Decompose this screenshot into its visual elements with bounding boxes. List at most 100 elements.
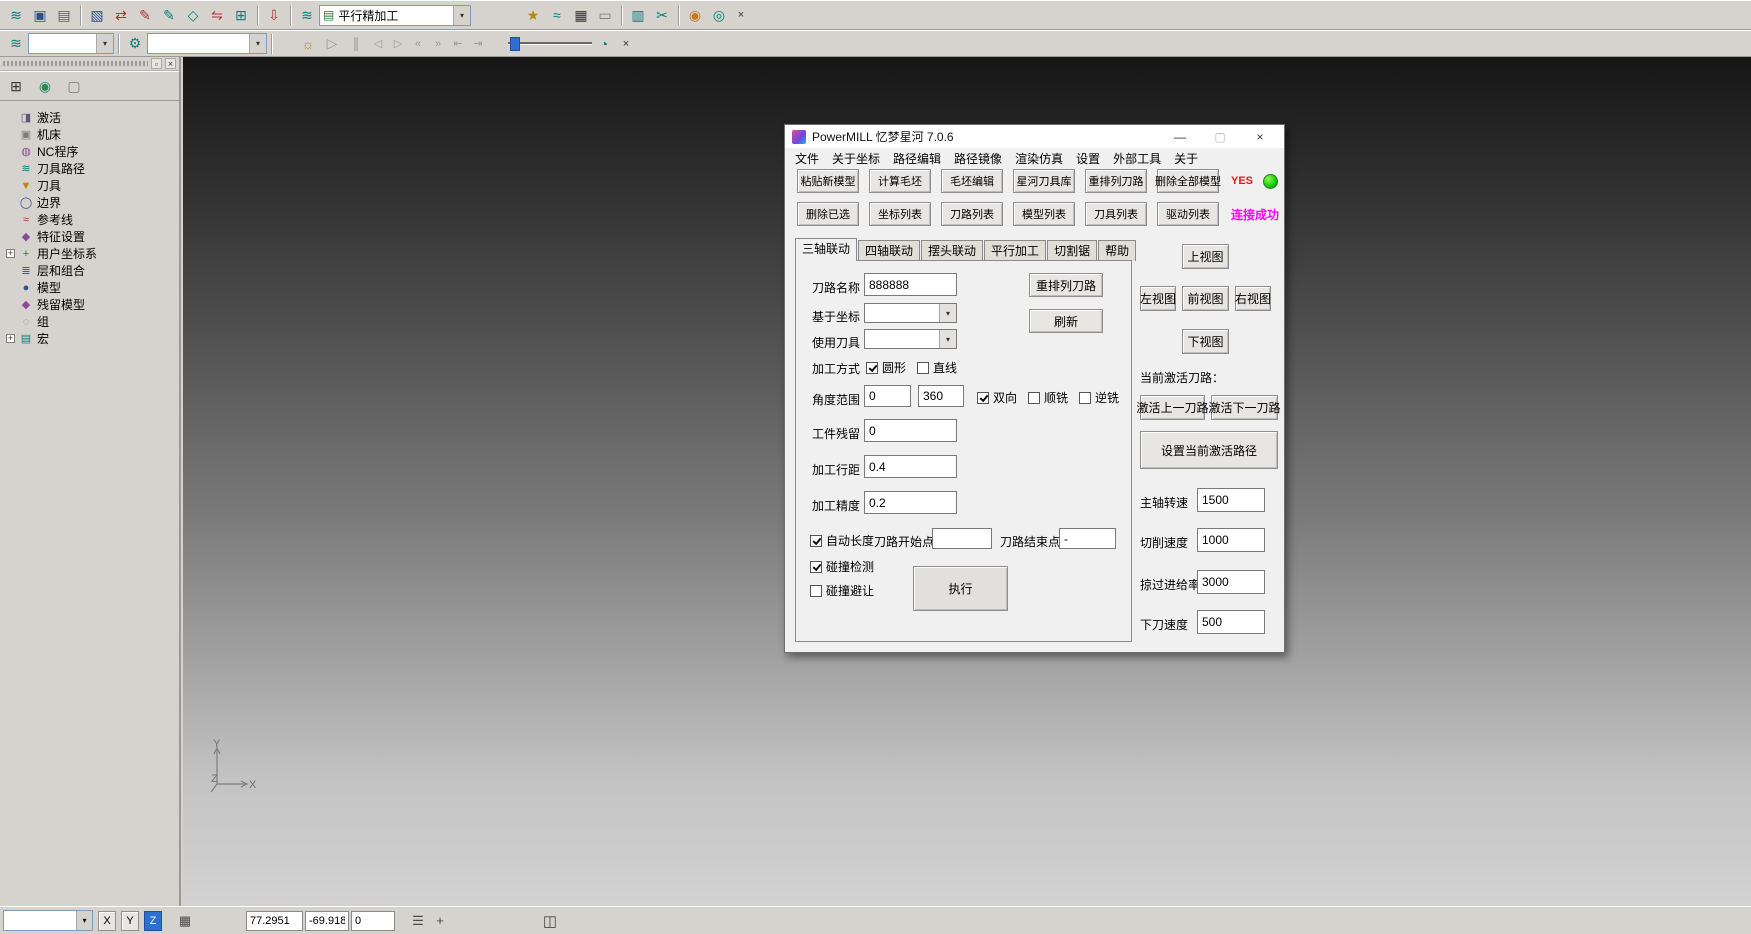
compute-block-button[interactable]: 计算毛坯 [869,169,931,193]
start-point-input[interactable] [932,528,992,549]
refresh-button[interactable]: 刷新 [1029,309,1103,333]
checkbox-icon[interactable] [810,535,822,547]
tolerance-input[interactable] [864,491,957,514]
chevron-down-icon[interactable]: ▾ [939,330,956,348]
close-icon[interactable]: × [1253,130,1267,144]
chevron-down-icon[interactable]: ▾ [453,6,470,25]
edit-model-icon[interactable]: ✎ [133,4,157,26]
menu-path-mirror[interactable]: 路径镜像 [954,150,1002,167]
rewind-icon[interactable]: « [408,33,428,55]
checkbox-icon[interactable] [810,561,822,573]
hierarchy-icon[interactable]: ⊞ [4,74,28,98]
tab-help[interactable]: 帮助 [1098,240,1136,261]
tab-3axis[interactable]: 三轴联动 [795,238,857,261]
maximize-icon[interactable]: ▢ [1213,130,1227,144]
toolpath-name-input[interactable] [864,273,957,296]
climb-checkbox[interactable]: 顺铣 [1028,389,1068,406]
toolbar-close-icon[interactable]: × [731,4,751,26]
menu-file[interactable]: 文件 [795,150,819,167]
tree-expander[interactable]: + [6,249,15,258]
light-icon[interactable]: ☼ [296,33,320,55]
bidirectional-checkbox[interactable]: 双向 [977,389,1017,406]
play-icon[interactable]: ▷ [320,33,344,55]
fast-forward-icon[interactable]: » [428,33,448,55]
tree-item-stock-models[interactable]: ◆ 残留模型 [2,296,177,313]
tree-expander[interactable]: + [6,334,15,343]
view-top-button[interactable]: 上视图 [1182,244,1229,269]
tab-head[interactable]: 摆头联动 [921,240,983,261]
statistics-icon[interactable]: ≈ [545,4,569,26]
tool-list-button[interactable]: 刀具列表 [1085,202,1147,226]
use-tool-combo[interactable]: ▾ [864,329,957,349]
calculator-icon[interactable]: ▦ [569,4,593,26]
go-end-icon[interactable]: ⇥ [468,33,488,55]
plunge-speed-input[interactable] [1197,610,1265,634]
save-icon[interactable]: ▣ [28,4,52,26]
paste-icon[interactable]: ⇩ [262,4,286,26]
tree-item-nc-programs[interactable]: ◍ NC程序 [2,143,177,160]
tree-item-tools[interactable]: ▼ 刀具 [2,177,177,194]
explorer-header[interactable]: ▫ × [0,57,179,71]
checkbox-icon[interactable] [977,392,989,404]
tree-item-macros[interactable]: + ▤ 宏 [2,330,177,347]
tab-saw[interactable]: 切割锯 [1047,240,1097,261]
world-icon[interactable]: ◉ [33,74,57,98]
pause-icon[interactable]: ∥ [344,33,368,55]
transform-icon[interactable]: ⇄ [109,4,133,26]
tool-database-icon[interactable]: ★ [521,4,545,26]
coord-list-button[interactable]: 坐标列表 [869,202,931,226]
tree-item-groups[interactable]: ◌ 组 [2,313,177,330]
tree-item-feature-sets[interactable]: ◆ 特征设置 [2,228,177,245]
sim-speed-slider[interactable] [508,37,592,51]
preview-icon[interactable]: ◎ [707,4,731,26]
mirror-icon[interactable]: ⇋ [205,4,229,26]
activate-next-button[interactable]: 激活下一刀路 [1211,395,1278,420]
minimize-icon[interactable]: — [1173,130,1187,144]
execute-button[interactable]: 执行 [913,566,1008,611]
view-right-button[interactable]: 右视图 [1235,286,1271,311]
model-list-button[interactable]: 模型列表 [1013,202,1075,226]
checkbox-icon[interactable] [866,362,878,374]
dialog-titlebar[interactable]: PowerMILL 忆梦星河 7.0.6 — ▢ × [785,125,1284,148]
end-point-input[interactable] [1059,528,1116,549]
chevron-down-icon[interactable]: ▾ [939,304,956,322]
tool-library-button[interactable]: 星河刀具库 [1013,169,1075,193]
collision-avoid-checkbox[interactable]: 碰撞避让 [810,582,874,599]
line-checkbox[interactable]: 直线 [917,359,957,376]
stepover-input[interactable] [864,455,957,478]
statusbar-combo[interactable]: ▾ [3,910,93,931]
tree-item-workplanes[interactable]: + + 用户坐标系 [2,245,177,262]
stock-remaining-input[interactable] [864,419,957,442]
x-axis-button[interactable]: X [98,911,116,931]
step-forward-icon[interactable]: ▷ [388,33,408,55]
menu-render-sim[interactable]: 渲染仿真 [1015,150,1063,167]
delete-selected-button[interactable]: 删除已选 [797,202,859,226]
tab-4axis[interactable]: 四轴联动 [858,240,920,261]
menu-path-edit[interactable]: 路径编辑 [893,150,941,167]
sim-toolpath-combo[interactable]: ▾ [147,33,267,54]
coord-y-input[interactable] [305,911,349,931]
slider-handle[interactable] [510,37,520,51]
strategy-combo[interactable]: ▤ 平行精加工 ▾ [319,5,471,26]
collision-check-checkbox[interactable]: 碰撞检测 [810,558,874,575]
binoculars-icon[interactable]: ◉ [683,4,707,26]
menu-about[interactable]: 关于 [1174,150,1198,167]
rearrange-button[interactable]: 重排列刀路 [1029,273,1103,297]
pattern-icon[interactable]: ◇ [181,4,205,26]
measure-icon[interactable]: ▭ [593,4,617,26]
tree-item-boundaries[interactable]: ◯ 边界 [2,194,177,211]
axes-icon[interactable]: + [429,911,451,931]
chevron-down-icon[interactable]: ▾ [96,34,113,53]
grid-snap-icon[interactable]: ▦ [174,911,196,931]
y-axis-button[interactable]: Y [121,911,139,931]
rearrange-toolpaths-button[interactable]: 重排列刀路 [1085,169,1147,193]
coord-z-input[interactable] [351,911,395,931]
tree-item-machine[interactable]: ▣ 机床 [2,126,177,143]
checkbox-icon[interactable] [917,362,929,374]
delete-all-models-button[interactable]: 删除全部模型 [1157,169,1219,193]
angle-end-input[interactable] [918,385,964,407]
cut-icon[interactable]: ✂ [650,4,674,26]
chart-icon[interactable]: ▥ [626,4,650,26]
tab-parallel[interactable]: 平行加工 [984,240,1046,261]
tree-item-activate[interactable]: ◨ 激活 [2,109,177,126]
